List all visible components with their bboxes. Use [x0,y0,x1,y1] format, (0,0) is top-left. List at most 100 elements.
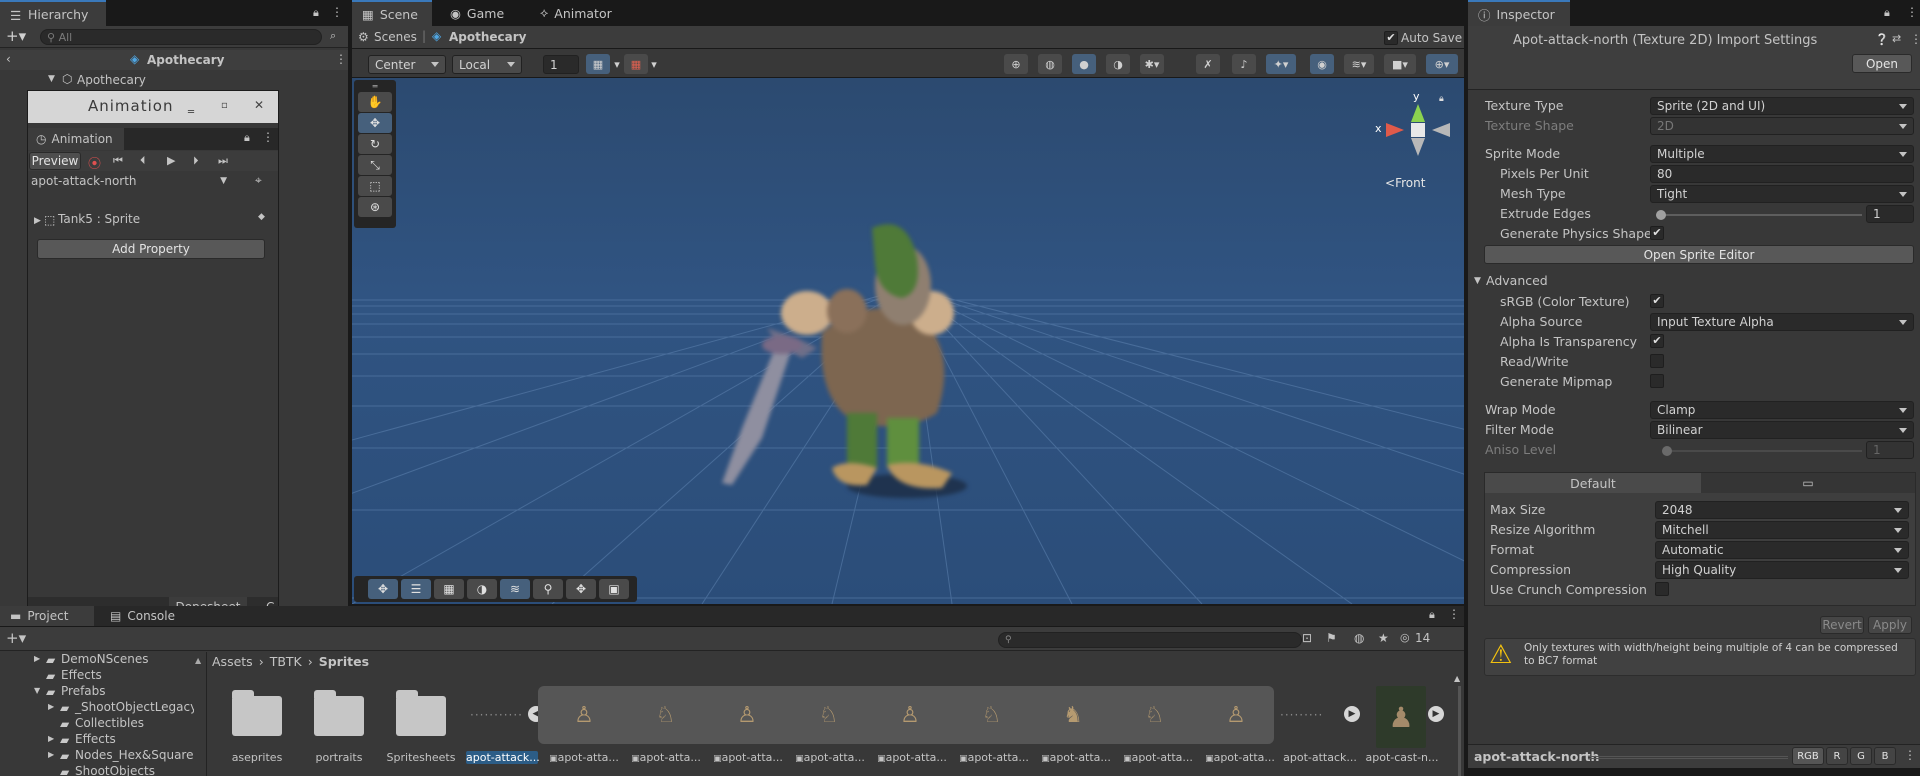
view-pan-icon[interactable]: ✥ [566,579,596,599]
read-write-checkbox[interactable] [1650,354,1664,368]
grid-snap-dropdown-icon[interactable]: ▾ [612,54,622,74]
inspector-lock-icon[interactable]: 🔒︎ [1884,6,1890,20]
grid-scroll-up-icon[interactable]: ▲ [1454,674,1460,683]
tab-hierarchy[interactable]: ☰ Hierarchy [0,0,106,26]
asset-label[interactable]: apot-attack... [1282,751,1358,764]
tree-item[interactable]: Effects [75,732,116,746]
open-button[interactable]: Open [1852,54,1912,73]
extrude-edges-slider[interactable] [1656,210,1862,220]
grid-snap-icon[interactable]: ▦ [586,54,610,74]
add-icon[interactable]: +▾ [6,27,26,45]
breadcrumb-assets[interactable]: Assets [212,654,253,669]
breadcrumb-sprites[interactable]: Sprites [319,654,369,669]
property-row[interactable]: Tank5 : Sprite [58,212,140,226]
expand-arrow-icon[interactable]: ▼ [48,74,55,84]
extrude-slider-knob[interactable] [1656,210,1666,220]
sprite-frame-thumbnail[interactable]: ♙ [554,685,614,745]
folder-spritesheets-icon[interactable] [396,690,446,736]
effects-icon[interactable]: ✦▾ [1266,54,1296,74]
overlay-grip-icon[interactable]: ═ [358,83,392,92]
tree-item[interactable]: Collectibles [75,716,144,730]
favorites-icon[interactable]: ★ [1378,631,1389,645]
property-expand-icon[interactable]: ▶ [34,216,41,226]
expand-cast-icon[interactable]: ▶ [1428,706,1444,722]
minimize-icon[interactable]: ‗ [188,99,194,113]
folder-aseprites-icon[interactable] [232,690,282,736]
format-dropdown[interactable]: Automatic [1655,541,1909,559]
hierarchy-item-apothecary[interactable]: Apothecary [77,73,146,87]
mesh-type-dropdown[interactable]: Tight [1650,185,1914,203]
tree-expand-icon[interactable]: ▶ [48,750,54,759]
debug-icon[interactable]: ✱▾ [1140,54,1164,74]
gizmo-view-label[interactable]: <Front [1385,176,1425,190]
layers-icon[interactable]: ≋▾ [1344,54,1374,74]
inspector-kebab-icon[interactable]: ⋮ [1906,5,1918,19]
gizmo-lock-icon[interactable]: 🔒︎ [1439,94,1444,104]
tree-item[interactable]: Effects [61,668,102,682]
revert-button[interactable]: Revert [1820,616,1864,634]
camera-icon[interactable]: ■▾ [1384,54,1416,74]
scene-viewport[interactable]: y x 🔒︎ <Front ═ [352,78,1464,604]
property-key-icon[interactable]: ◆ [258,212,265,222]
channel-rgb-button[interactable]: RGB [1792,747,1824,765]
asset-label[interactable]: ▣apot-atta... [1202,751,1278,764]
search-by-type-icon[interactable]: ⊡ [1302,631,1312,645]
asset-label[interactable]: apot-cast-n... [1364,751,1440,764]
clip-dropdown[interactable]: apot-attack-north ▼ [28,172,231,190]
grid-size-input[interactable]: 1 [543,55,579,74]
shaded-icon[interactable]: ● [1072,54,1096,74]
channel-b-button[interactable]: B [1874,747,1896,765]
wireframe-icon[interactable]: ◑ [1106,54,1130,74]
audio-icon[interactable]: ♪ [1232,54,1256,74]
overlay-handle[interactable]: ═ [1364,78,1371,82]
help-icon[interactable]: ❔ [1875,33,1889,46]
extrude-edges-input[interactable]: 1 [1866,205,1914,223]
scale-tool-icon[interactable]: ⤡ [358,155,392,175]
animation-lock-icon[interactable]: 🔒︎ [244,131,250,145]
asset-label[interactable]: ▣apot-atta... [1120,751,1196,764]
sprite-frame-thumbnail[interactable]: ♘ [1125,685,1185,745]
tree-item[interactable]: DemoNScenes [61,652,148,666]
header-kebab-icon[interactable]: ⋮ [1910,32,1920,46]
increment-snap-dropdown-icon[interactable]: ▾ [648,54,660,74]
space-dropdown[interactable]: Local [452,55,522,74]
preview-kebab-icon[interactable]: ⋮ [1904,748,1916,762]
project-splitter[interactable] [206,652,207,776]
view-settings-icon[interactable]: ☰ [401,579,431,599]
tab-console[interactable]: ▤ Console [100,606,185,626]
move-tool-icon[interactable]: ✥ [358,113,392,133]
close-icon[interactable]: ✕ [254,98,264,112]
prev-keyframe-icon[interactable]: ⏴ [140,154,146,168]
project-add-icon[interactable]: +▾ [6,629,26,647]
scenes-link[interactable]: Scenes [374,30,417,44]
target-icon[interactable]: ⌖ [255,173,262,188]
sprite-frame-thumbnail[interactable]: ♙ [880,685,940,745]
sprite-mode-dropdown[interactable]: Multiple [1650,145,1914,163]
tree-collapse-icon[interactable]: ▼ [34,686,40,695]
tab-project[interactable]: ▬ Project [0,606,94,626]
sprite-frame-thumbnail[interactable]: ♘ [636,685,696,745]
auto-save-checkbox[interactable]: ✔ [1384,31,1398,45]
crunch-compression-checkbox[interactable] [1655,582,1669,596]
first-keyframe-icon[interactable]: ⏮ [113,154,123,168]
apot-cast-thumbnail[interactable]: ♟ [1376,686,1426,748]
view-grid-icon[interactable]: ▦ [434,579,464,599]
hidden-packages-icon[interactable]: ◎ [1400,631,1410,644]
sprite-frame-thumbnail[interactable]: ♞ [1043,685,1103,745]
alpha-source-dropdown[interactable]: Input Texture Alpha [1650,313,1914,331]
shaded-wire-icon[interactable]: ◍ [1038,54,1062,74]
tree-item[interactable]: Prefabs [61,684,106,698]
asset-label[interactable]: ▣apot-atta... [710,751,786,764]
tab-scene[interactable]: ▦ Scene [352,0,432,26]
add-property-button[interactable]: Add Property [37,239,265,259]
pivot-dropdown[interactable]: Center [368,55,446,74]
gizmos-icon[interactable]: ⊕▾ [1426,54,1458,74]
channel-g-button[interactable]: G [1850,747,1872,765]
asset-label[interactable]: ▣apot-atta... [1038,751,1114,764]
sprite-frame-thumbnail[interactable]: ♘ [799,685,859,745]
folder-portraits-icon[interactable] [314,690,364,736]
tab-animator[interactable]: ⟡ Animator [530,0,622,26]
asset-label-selected[interactable]: apot-attack... [466,751,540,764]
maximize-icon[interactable]: ▫ [221,100,228,111]
scene-breadcrumb-current[interactable]: Apothecary [449,30,527,44]
